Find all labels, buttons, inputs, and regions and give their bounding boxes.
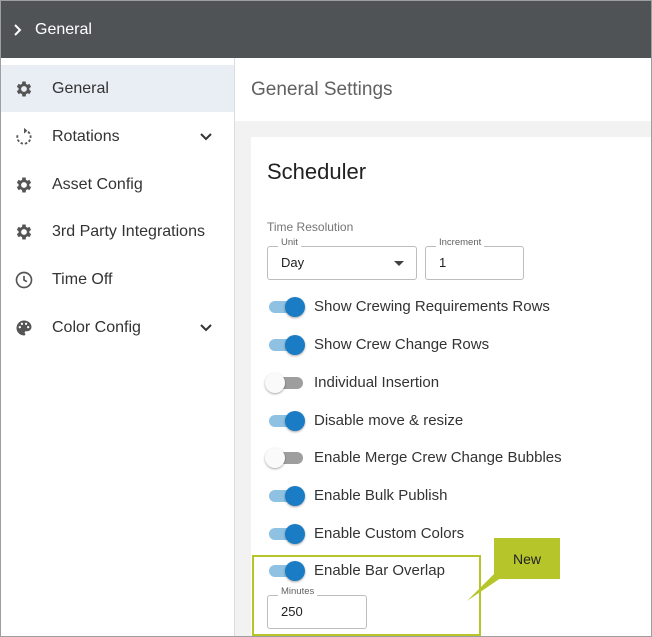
sidebar-item-label: 3rd Party Integrations [52,222,205,240]
dropdown-arrow-icon [394,261,404,266]
app-window: General General Rotations Asset Config 3… [0,0,652,637]
card-title: Scheduler [267,159,367,184]
gear-icon [16,81,32,96]
toggle-switch[interactable] [265,448,307,468]
toggle-label: Show Crewing Requirements Rows [314,298,550,315]
toggle-switch[interactable] [267,411,307,431]
new-callout: New [494,538,560,579]
top-bar-title: General [35,20,92,38]
palette-icon [16,320,32,335]
sidebar-item-label: General [52,79,109,97]
toggle-individual-insertion[interactable]: Individual Insertion [265,369,647,395]
chevron-down-icon[interactable] [198,320,214,336]
sidebar-item-time-off[interactable]: Time Off [1,256,234,303]
toggle-label: Enable Bulk Publish [314,487,448,504]
toggle-enable-custom-colors[interactable]: Enable Custom Colors [267,520,647,546]
new-feature-highlight [252,555,481,636]
sidebar-item-label: Asset Config [52,175,143,193]
sidebar-item-color-config[interactable]: Color Config [1,304,234,351]
chevron-right-icon[interactable] [11,23,25,37]
clock-icon [15,271,33,288]
sidebar-item-3rd-party-integrations[interactable]: 3rd Party Integrations [1,208,234,255]
gear-icon [16,224,32,239]
unit-select[interactable]: Unit Day [267,237,417,280]
unit-label: Unit [278,237,301,248]
toggle-switch[interactable] [267,486,307,506]
increment-label: Increment [436,237,485,248]
gear-icon [16,177,32,192]
toggle-disable-move-resize[interactable]: Disable move & resize [267,407,647,433]
rotate-icon [16,127,32,145]
toggle-label: Enable Custom Colors [314,525,465,542]
top-bar: General [1,1,651,58]
toggle-switch[interactable] [267,335,307,355]
time-resolution-label: Time Resolution [267,220,354,234]
toggle-switch[interactable] [267,297,307,317]
toggle-enable-merge-crew-change-bubbles[interactable]: Enable Merge Crew Change Bubbles [265,444,647,470]
sidebar-item-label: Time Off [52,270,113,288]
toggle-label: Show Crew Change Rows [314,336,490,353]
toggle-label: Disable move & resize [314,412,464,429]
page-title: General Settings [251,79,393,100]
toggle-show-crewing-requirements-rows[interactable]: Show Crewing Requirements Rows [267,293,647,319]
toggle-show-crew-change-rows[interactable]: Show Crew Change Rows [267,331,647,357]
toggle-enable-bulk-publish[interactable]: Enable Bulk Publish [267,482,647,508]
sidebar-item-label: Rotations [52,127,120,145]
increment-value: 1 [439,255,447,270]
sidebar-item-label: Color Config [52,318,141,336]
sidebar: General Rotations Asset Config 3rd Party… [1,58,235,636]
increment-input[interactable]: Increment 1 [425,237,524,280]
chevron-down-icon[interactable] [198,129,214,145]
toggle-switch[interactable] [265,373,307,393]
sidebar-item-rotations[interactable]: Rotations [1,113,234,160]
sidebar-item-asset-config[interactable]: Asset Config [1,161,234,208]
toggle-switch[interactable] [267,524,307,544]
unit-value: Day [281,255,305,270]
main-header: General Settings [235,58,651,121]
toggle-label: Enable Merge Crew Change Bubbles [314,449,562,466]
toggle-label: Individual Insertion [314,374,440,391]
sidebar-item-general[interactable]: General [1,65,234,112]
